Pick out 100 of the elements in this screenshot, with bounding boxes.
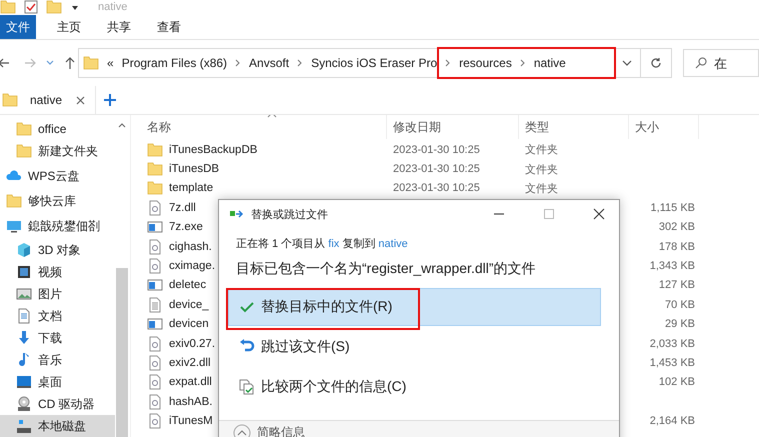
file-name[interactable]: deletec (169, 279, 206, 292)
folder-tab[interactable]: native (0, 86, 96, 114)
checkbox-icon (24, 0, 38, 14)
source-link[interactable]: fix (328, 238, 340, 250)
sidebar-item[interactable]: WPS云盘 (0, 165, 115, 187)
folder-icon (2, 92, 18, 108)
sidebar-item[interactable]: 3D 对象 (0, 239, 115, 261)
column-header[interactable]: 大小 (629, 115, 699, 139)
ribbon-tab[interactable]: 查看 (144, 15, 194, 39)
file-name[interactable]: hashAB. (169, 396, 212, 408)
size-cell: 102 KB (658, 376, 695, 388)
column-header[interactable]: 名称 (141, 115, 387, 139)
cube-icon (16, 242, 32, 258)
column-header[interactable]: 修改日期 (387, 115, 519, 139)
sidebar-item[interactable]: 本地磁盘 (0, 415, 115, 437)
file-name[interactable]: exiv2.dll (169, 356, 211, 369)
file-name[interactable]: iTunesDB (169, 163, 220, 176)
window-file-icon (147, 277, 163, 294)
type-cell-text: 文件夹 (525, 182, 558, 196)
gear-file-icon (147, 258, 163, 274)
sidebar-item[interactable]: 鎴戠殑鐢佃剳 (0, 215, 115, 237)
file-name[interactable]: cighash. (169, 240, 212, 253)
size-cell: 2,164 KB (650, 415, 695, 428)
type-cell-text: 文件夹 (525, 142, 558, 158)
target-link[interactable]: native (378, 238, 408, 250)
sidebar-item[interactable]: office (0, 118, 115, 140)
copy-arrow-icon (229, 209, 245, 219)
sidebar-item[interactable]: 图片 (0, 283, 115, 305)
size-cell: 29 KB (665, 318, 695, 330)
cd-drive-icon (16, 396, 32, 412)
gear-file-icon (147, 200, 163, 216)
sidebar-item[interactable]: 下载 (0, 327, 115, 349)
breadcrumb-chevron-icon (235, 59, 242, 67)
back-arrow-icon (0, 57, 10, 69)
computer-icon (6, 218, 22, 234)
size-cell: 1,453 KB (650, 356, 695, 369)
document-icon (16, 308, 32, 324)
file-name[interactable]: iTunesBackupDB (169, 144, 258, 156)
breadcrumb[interactable]: native (534, 56, 566, 70)
search-icon (695, 57, 707, 69)
sidebar-item[interactable]: CD 驱动器 (0, 393, 115, 415)
collapse-chevron-icon (233, 424, 251, 437)
scrollbar-thumb[interactable] (116, 268, 128, 437)
sidebar-item[interactable]: 音乐 (0, 349, 115, 371)
file-name[interactable]: 7z.dll (169, 202, 196, 214)
folder-icon (16, 143, 32, 159)
gear-file-icon (147, 413, 163, 430)
window-file-icon (147, 219, 163, 236)
folder-icon (83, 55, 99, 71)
file-name[interactable]: devicen (169, 318, 209, 330)
file-name[interactable]: expat.dll (169, 376, 212, 388)
column-header[interactable]: 类型 (519, 115, 629, 139)
file-name[interactable]: iTunesM (169, 415, 213, 428)
disk-drive-icon (16, 418, 32, 434)
down-arrow-icon (16, 330, 32, 346)
scroll-up-icon (118, 122, 126, 128)
sidebar-item[interactable]: 视频 (0, 261, 115, 283)
dialog-title: 替换或跳过文件 (251, 208, 328, 222)
date-cell: 2023-01-30 10:25 (393, 163, 480, 176)
size-cell: 1,115 KB (650, 202, 695, 214)
film-icon (16, 264, 32, 280)
ribbon-tab[interactable]: 文件 (0, 15, 36, 39)
search-field[interactable]: 在 (683, 49, 759, 77)
file-name[interactable]: template (169, 182, 214, 194)
gear-file-icon (147, 354, 163, 371)
option-button[interactable]: 比较两个文件的信息(C) (228, 368, 601, 406)
date-cell: 2023-01-30 10:25 (393, 182, 480, 194)
sidebar-item[interactable]: 新建文件夹 (0, 140, 115, 162)
ribbon-tab[interactable]: 共享 (94, 15, 144, 39)
ribbon-tab[interactable]: 主页 (44, 15, 94, 39)
refresh-button[interactable] (641, 48, 672, 78)
breadcrumb-chevron-icon (297, 59, 304, 67)
breadcrumb-chevron-icon (445, 59, 452, 67)
option-button[interactable]: 跳过该文件(S) (228, 328, 601, 366)
address-bar[interactable]: « Program Files (x86) Anvsoft Syncios iOS Eraser Pro resources native (78, 48, 641, 78)
text-file-icon (147, 296, 163, 313)
gear-file-icon (147, 238, 163, 255)
overflow-chevron[interactable]: « (107, 56, 114, 70)
breadcrumb[interactable]: Program Files (x86) (122, 56, 228, 70)
picture-icon (16, 286, 32, 302)
file-name[interactable]: 7z.exe (169, 221, 203, 234)
file-name[interactable]: cximage. (169, 260, 216, 272)
folder-icon (6, 193, 22, 209)
sidebar-item[interactable]: 够快云库 (0, 190, 115, 212)
gear-file-icon (147, 336, 163, 352)
maximize-icon (543, 208, 555, 220)
music-note-icon (16, 352, 32, 368)
breadcrumb[interactable]: resources (459, 56, 512, 70)
file-name[interactable]: exiv0.27. (169, 338, 216, 350)
forward-arrow-icon (24, 57, 36, 69)
file-name[interactable]: device_ (169, 298, 209, 311)
breadcrumb[interactable]: Syncios iOS Eraser Pro (311, 56, 438, 70)
dropdown-chevron-icon (622, 59, 632, 67)
recent-dropdown-icon (46, 59, 54, 67)
sidebar-item[interactable]: 文档 (0, 305, 115, 327)
folder-icon (147, 161, 163, 178)
breadcrumb[interactable]: Anvsoft (249, 56, 290, 70)
dialog-heading: 目标已包含一个名为“register_wrapper.dll”的文件 (235, 259, 536, 278)
sidebar-item[interactable]: 桌面 (0, 371, 115, 393)
compare-files-icon (239, 379, 255, 395)
